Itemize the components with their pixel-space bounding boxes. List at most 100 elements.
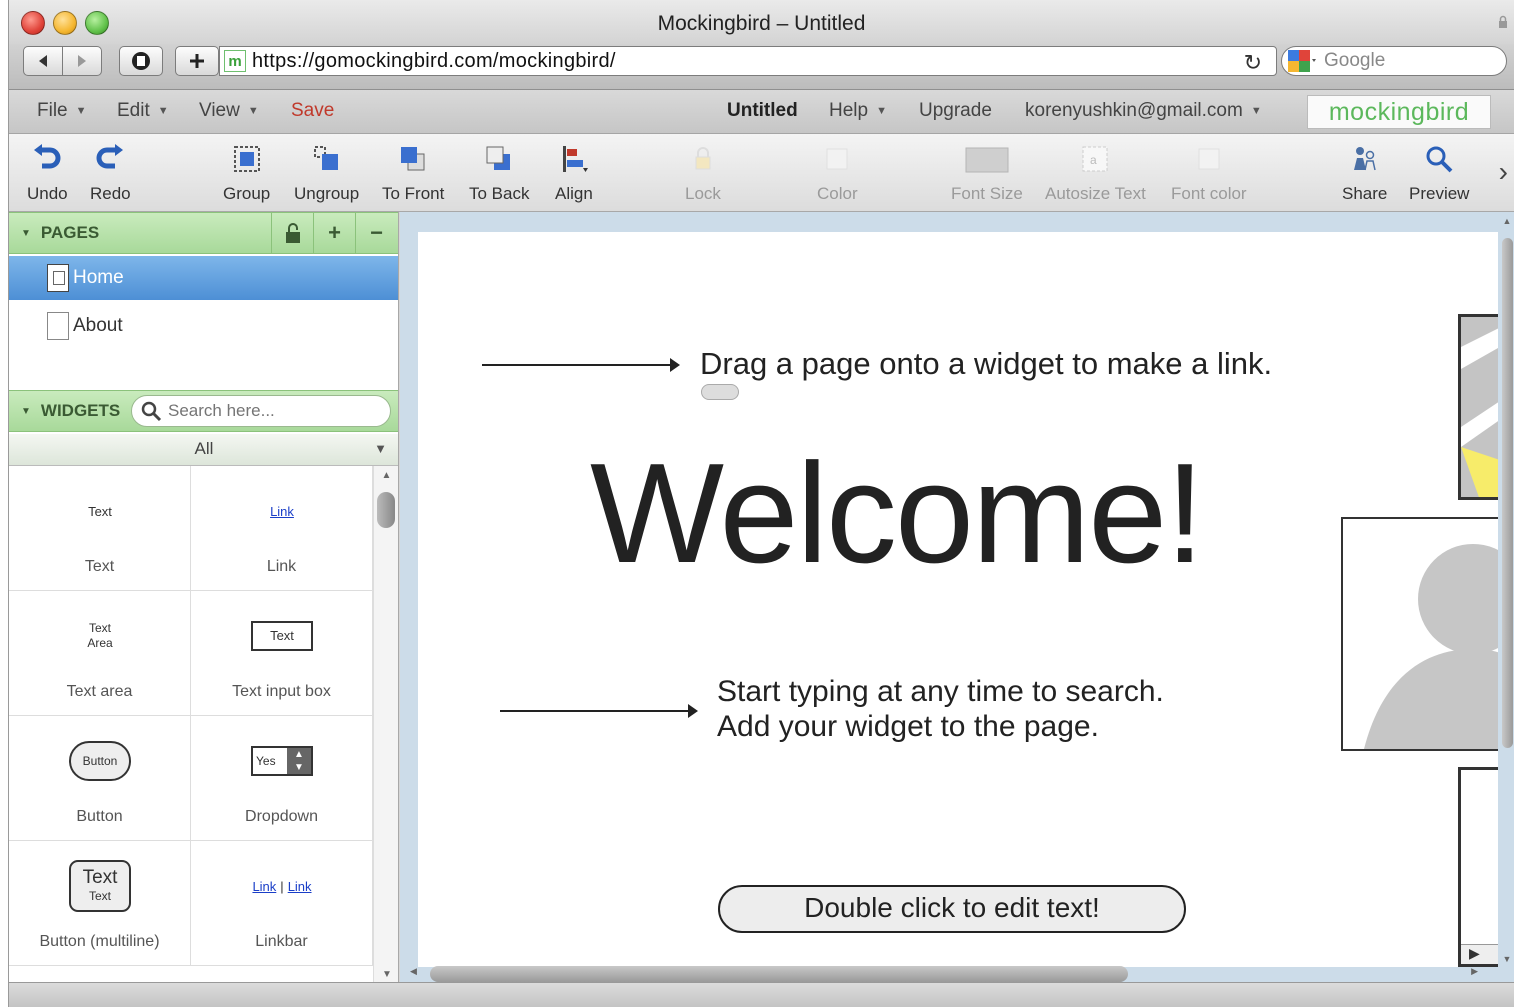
- page-icon: [47, 312, 69, 340]
- add-bookmark-button[interactable]: [175, 46, 219, 76]
- page-lock-button[interactable]: [271, 213, 313, 253]
- caret-down-icon: ▼: [75, 105, 87, 117]
- lock-label: Lock: [685, 184, 721, 203]
- font-color-button[interactable]: Font color: [1171, 142, 1247, 204]
- menu-help[interactable]: Help ▼: [829, 100, 887, 122]
- remove-page-button[interactable]: −: [355, 213, 397, 253]
- image-placeholder-graphic: [1461, 317, 1498, 497]
- widget-linkbar[interactable]: Link | Link Linkbar: [191, 841, 373, 966]
- person-image-placeholder[interactable]: [1341, 517, 1498, 751]
- widget-text-input-box[interactable]: Text Text input box: [191, 591, 373, 716]
- widget-dropdown[interactable]: Yes ▲ ▼ Dropdown: [191, 716, 373, 841]
- menu-file[interactable]: File ▼: [37, 100, 87, 122]
- widget-link[interactable]: Link Link: [191, 466, 373, 591]
- font-size-button[interactable]: Font Size: [951, 142, 1023, 204]
- address-bar[interactable]: m https://gomockingbird.com/mockingbird/…: [219, 46, 1277, 76]
- search-field[interactable]: Google: [1281, 46, 1507, 76]
- image-placeholder[interactable]: [1458, 314, 1498, 500]
- mockup-canvas[interactable]: Drag a page onto a widget to make a link…: [418, 232, 1498, 967]
- canvas-area: Drag a page onto a widget to make a link…: [400, 212, 1514, 982]
- widget-placeholder[interactable]: ▶: [1458, 767, 1498, 967]
- scroll-down-icon[interactable]: ▼: [1499, 954, 1514, 964]
- canvas-horizontal-scrollbar[interactable]: ◀ ▶: [410, 962, 1490, 982]
- welcome-heading[interactable]: Welcome!: [590, 432, 1205, 596]
- widget-list-scrollbar[interactable]: ▲ ▼: [373, 466, 398, 982]
- widget-search-input[interactable]: [168, 401, 368, 421]
- mockingbird-logo[interactable]: mockingbird: [1307, 95, 1491, 129]
- scroll-down-icon[interactable]: ▼: [374, 969, 398, 980]
- chevron-right-icon[interactable]: ›: [1499, 156, 1508, 188]
- scroll-up-icon[interactable]: ▲: [1499, 216, 1514, 226]
- widget-preview-text: Button: [69, 741, 131, 781]
- reload-icon[interactable]: ↻: [1244, 50, 1262, 76]
- scroll-left-icon[interactable]: ◀: [410, 966, 417, 977]
- widget-preview-text: Text: [88, 503, 112, 519]
- autosize-text-button[interactable]: a Autosize Text: [1045, 142, 1146, 204]
- hint-search-line: Start typing at any time to search.: [717, 675, 1164, 708]
- topsites-button[interactable]: [119, 46, 163, 76]
- pages-header-label: PAGES: [40, 223, 100, 242]
- add-page-button[interactable]: +: [313, 213, 355, 253]
- menu-view-label: View: [199, 100, 240, 121]
- widget-text[interactable]: Text Text: [9, 466, 191, 591]
- ungroup-button[interactable]: Ungroup: [294, 142, 359, 204]
- to-back-button[interactable]: To Back: [469, 142, 529, 204]
- undo-label: Undo: [27, 184, 68, 203]
- edit-text-button[interactable]: Double click to edit text!: [718, 885, 1186, 933]
- align-icon: [562, 146, 588, 172]
- scrollbar-thumb[interactable]: [430, 966, 1128, 982]
- page-item-home[interactable]: Home: [9, 256, 398, 300]
- scroll-right-icon[interactable]: ▶: [1471, 966, 1478, 977]
- hint-drag-page[interactable]: Drag a page onto a widget to make a link…: [700, 346, 1272, 382]
- preview-button[interactable]: Preview: [1409, 142, 1469, 204]
- caret-down-icon: ▼: [157, 105, 169, 117]
- back-button[interactable]: [23, 46, 63, 76]
- menu-help-label: Help: [829, 100, 869, 121]
- undo-button[interactable]: Undo: [27, 142, 68, 204]
- share-button[interactable]: Share: [1342, 142, 1387, 204]
- status-bar: [9, 982, 1514, 1007]
- scrollbar-thumb[interactable]: [1502, 238, 1513, 748]
- lock-button[interactable]: Lock: [685, 142, 721, 204]
- search-engine-label: Google: [1324, 50, 1386, 71]
- menu-view[interactable]: View ▼: [199, 100, 259, 122]
- scrollbar-thumb[interactable]: [377, 492, 395, 528]
- canvas-vertical-scrollbar[interactable]: ▲ ▼: [1499, 216, 1514, 964]
- undo-icon: [34, 144, 61, 169]
- widget-label: Dropdown: [245, 808, 318, 825]
- menu-upgrade[interactable]: Upgrade: [919, 100, 992, 122]
- group-button[interactable]: Group: [223, 142, 270, 204]
- widget-filter-dropdown[interactable]: All ▼: [9, 434, 398, 466]
- align-button[interactable]: Align: [555, 142, 593, 204]
- menu-save[interactable]: Save: [291, 100, 334, 122]
- document-title[interactable]: Untitled: [727, 100, 798, 122]
- page-item-about[interactable]: About: [9, 304, 398, 348]
- menu-account[interactable]: korenyushkin@gmail.com ▼: [1025, 100, 1262, 122]
- color-swatch-icon: [826, 148, 848, 170]
- hint-search[interactable]: Start typing at any time to search. Add …: [717, 674, 1164, 744]
- account-email: korenyushkin@gmail.com: [1025, 100, 1243, 121]
- forward-button[interactable]: [62, 46, 102, 76]
- widget-button[interactable]: Button Button: [9, 716, 191, 841]
- pages-section-header[interactable]: ▼ PAGES + −: [9, 212, 398, 254]
- redo-button[interactable]: Redo: [90, 142, 131, 204]
- widget-search-field[interactable]: [131, 395, 391, 427]
- scroll-up-icon[interactable]: ▲: [374, 470, 398, 481]
- widgets-header-label: WIDGETS: [40, 401, 121, 420]
- widget-label: Text area: [66, 683, 133, 700]
- caret-down-icon: ▼: [876, 105, 887, 117]
- color-button[interactable]: Color: [817, 142, 858, 204]
- collapse-triangle-icon[interactable]: ▼: [21, 406, 31, 417]
- redo-icon: [96, 144, 124, 169]
- page-item-label: Home: [73, 267, 124, 288]
- share-people-icon: [1353, 147, 1376, 171]
- to-front-button[interactable]: To Front: [382, 142, 444, 204]
- menu-edit-label: Edit: [117, 100, 150, 121]
- widget-button-multiline[interactable]: Text Text Button (multiline): [9, 841, 191, 966]
- menu-edit[interactable]: Edit ▼: [117, 100, 169, 122]
- widget-label: Linkbar: [255, 933, 308, 950]
- widget-preview-text: Text: [82, 867, 118, 888]
- widget-text-area[interactable]: Text Area Text area: [9, 591, 191, 716]
- plus-icon: +: [328, 220, 341, 245]
- collapse-triangle-icon[interactable]: ▼: [21, 228, 31, 239]
